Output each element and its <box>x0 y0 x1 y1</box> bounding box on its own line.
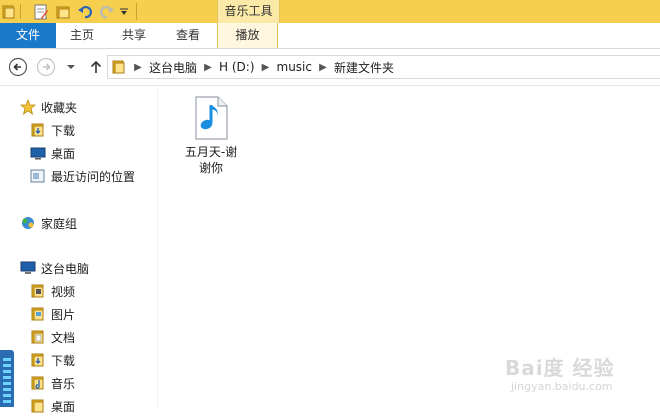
music-folder-icon <box>30 375 46 391</box>
chevron-right-icon[interactable]: ▶ <box>130 62 146 73</box>
context-tab-title: 音乐工具 <box>217 0 280 23</box>
downloads-folder-icon <box>30 352 46 368</box>
downloads-folder-icon <box>30 122 46 138</box>
nav-item-label: 音乐 <box>51 376 76 391</box>
documents-folder-icon <box>30 329 46 345</box>
recent-places-icon <box>30 168 46 184</box>
desktop-folder-icon <box>30 398 46 414</box>
chevron-right-icon[interactable]: ▶ <box>315 62 331 73</box>
homegroup-icon <box>20 215 36 231</box>
nav-homegroup-label: 家庭组 <box>41 216 78 231</box>
nav-this-pc[interactable]: 这台电脑 <box>20 258 89 278</box>
nav-item-desktop-pc[interactable]: 桌面 <box>30 396 75 416</box>
navigation-pane: 收藏夹 下载 桌面 最近访问的位置 家庭组 这台电脑 视频 图片 文档 下载 音… <box>0 86 158 414</box>
navigation-bar: ▶ 这台电脑 ▶ H (D:) ▶ music ▶ 新建文件夹 <box>0 49 660 86</box>
breadcrumb-this-pc[interactable]: 这台电脑 <box>146 59 200 76</box>
back-arrow-icon <box>8 57 28 77</box>
nav-item-label: 桌面 <box>51 146 76 161</box>
nav-item-label: 最近访问的位置 <box>51 169 136 184</box>
pictures-folder-icon <box>30 306 46 322</box>
properties-icon[interactable] <box>33 3 49 20</box>
nav-item-label: 下载 <box>51 123 76 138</box>
nav-item-label: 视频 <box>51 284 76 299</box>
redo-icon[interactable] <box>99 3 115 20</box>
videos-folder-icon <box>30 283 46 299</box>
nav-item-documents[interactable]: 文档 <box>30 327 75 347</box>
nav-this-pc-label: 这台电脑 <box>41 261 90 276</box>
nav-item-downloads-pc[interactable]: 下载 <box>30 350 75 370</box>
tab-share[interactable]: 共享 <box>111 23 157 48</box>
chevron-right-icon[interactable]: ▶ <box>258 62 274 73</box>
nav-item-desktop[interactable]: 桌面 <box>30 143 75 163</box>
desktop-icon <box>30 145 46 161</box>
breadcrumb-drive-h[interactable]: H (D:) <box>216 60 257 74</box>
baidu-watermark: Bai度 经验 jingyan.baidu.com <box>505 352 655 402</box>
nav-item-label: 下载 <box>51 353 76 368</box>
nav-favorites[interactable]: 收藏夹 <box>20 97 77 117</box>
undo-icon[interactable] <box>77 3 93 20</box>
tab-file[interactable]: 文件 <box>0 23 56 48</box>
ribbon-tabs: 文件 主页 共享 查看 播放 <box>0 23 660 49</box>
folder-icon <box>108 56 130 78</box>
chevron-down-icon[interactable] <box>119 3 129 20</box>
toolbar-separator <box>20 4 21 19</box>
chevron-down-icon <box>67 65 75 69</box>
tab-play[interactable]: 播放 <box>217 23 278 48</box>
forward-button[interactable] <box>36 57 56 77</box>
tab-view[interactable]: 查看 <box>163 23 213 48</box>
nav-item-label: 文档 <box>51 330 76 345</box>
nav-item-label: 桌面 <box>51 399 76 414</box>
nav-item-videos[interactable]: 视频 <box>30 281 75 301</box>
file-name: 五月天-谢谢你 <box>184 145 238 175</box>
back-button[interactable] <box>8 57 28 77</box>
up-arrow-icon <box>90 60 102 73</box>
up-button[interactable] <box>86 57 106 77</box>
address-bar[interactable]: ▶ 这台电脑 ▶ H (D:) ▶ music ▶ 新建文件夹 <box>107 55 660 79</box>
music-file-icon <box>193 96 229 140</box>
breadcrumb-new-folder[interactable]: 新建文件夹 <box>331 59 397 76</box>
recent-locations-button[interactable] <box>64 57 78 77</box>
chevron-right-icon[interactable]: ▶ <box>200 62 216 73</box>
nav-item-music[interactable]: 音乐 <box>30 373 75 393</box>
tab-home[interactable]: 主页 <box>59 23 105 48</box>
file-item[interactable]: 五月天-谢谢你 <box>180 96 242 176</box>
nav-item-pictures[interactable]: 图片 <box>30 304 75 324</box>
volume-gauge <box>0 350 14 407</box>
watermark-text: Bai度 经验 <box>505 356 615 380</box>
nav-favorites-label: 收藏夹 <box>41 100 78 115</box>
nav-item-downloads[interactable]: 下载 <box>30 120 75 140</box>
nav-item-recent-places[interactable]: 最近访问的位置 <box>30 166 135 186</box>
nav-item-label: 图片 <box>51 307 76 322</box>
toolbar-divider <box>136 3 137 20</box>
computer-icon <box>20 260 36 276</box>
new-folder-icon[interactable] <box>55 3 71 20</box>
star-icon <box>20 99 36 115</box>
watermark-url: jingyan.baidu.com <box>511 380 613 393</box>
title-bar: 音乐工具 <box>0 0 660 23</box>
folder-icon[interactable] <box>2 3 16 20</box>
breadcrumb-music[interactable]: music <box>274 60 315 74</box>
forward-arrow-icon <box>36 57 56 77</box>
nav-homegroup[interactable]: 家庭组 <box>20 213 77 233</box>
